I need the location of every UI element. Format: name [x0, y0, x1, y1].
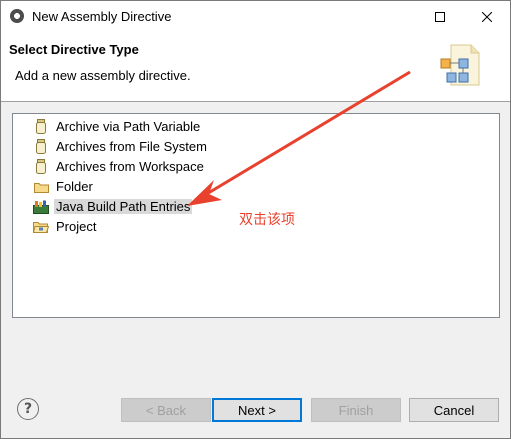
- tree-item-label: Java Build Path Entries: [54, 199, 193, 214]
- page-title: Select Directive Type: [9, 42, 139, 57]
- tree-item-label: Project: [56, 219, 97, 234]
- close-button[interactable]: [464, 1, 510, 32]
- help-icon: ?: [23, 401, 33, 417]
- cancel-button[interactable]: Cancel: [409, 398, 499, 422]
- maximize-icon: [435, 11, 445, 22]
- jar-icon: [33, 159, 49, 175]
- tree-item-java-build-path-entries[interactable]: Java Build Path Entries: [33, 197, 193, 216]
- finish-button[interactable]: Finish: [311, 398, 401, 422]
- back-button[interactable]: < Back: [121, 398, 211, 422]
- window-title: New Assembly Directive: [32, 9, 172, 24]
- project-icon: [33, 219, 49, 235]
- jar-icon: [33, 119, 49, 135]
- tree-item-label: Archives from File System: [56, 139, 207, 154]
- page-description: Add a new assembly directive.: [15, 68, 191, 83]
- tree-item-label: Archive via Path Variable: [56, 119, 201, 134]
- wizard-banner-icon: [440, 44, 480, 86]
- tree-item-label: Folder: [56, 179, 93, 194]
- tree-item-archives-from-workspace[interactable]: Archives from Workspace: [33, 157, 206, 176]
- close-icon: [482, 11, 492, 22]
- title-bar: New Assembly Directive: [1, 1, 510, 32]
- maximize-button[interactable]: [417, 1, 463, 32]
- folder-icon: [33, 179, 49, 195]
- tree-item-project[interactable]: Project: [33, 217, 98, 236]
- eclipse-app-icon: [10, 9, 24, 23]
- help-button[interactable]: ?: [17, 398, 39, 420]
- tree-item-archives-from-file-system[interactable]: Archives from File System: [33, 137, 209, 156]
- jar-icon: [33, 139, 49, 155]
- tree-item-folder[interactable]: Folder: [33, 177, 95, 196]
- dialog-window: New Assembly Directive Select Directive …: [0, 0, 511, 439]
- wizard-banner: Select Directive Type Add a new assembly…: [1, 32, 510, 102]
- tree-item-archive-via-path-variable[interactable]: Archive via Path Variable: [33, 117, 202, 136]
- tree-item-label: Archives from Workspace: [56, 159, 204, 174]
- annotation-text: 双击该项: [239, 211, 295, 227]
- next-button[interactable]: Next >: [212, 398, 302, 422]
- library-icon: [33, 199, 49, 215]
